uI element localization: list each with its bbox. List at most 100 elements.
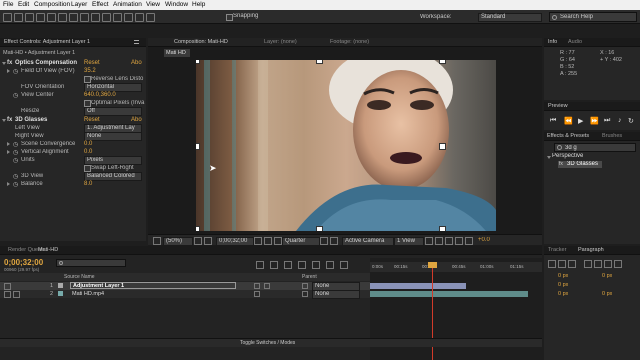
views-dropdown[interactable]: 1 View [394,237,424,246]
balance-value[interactable]: 8.0 [84,181,92,187]
3d-glasses-effect-item[interactable]: fx 3D Glasses [558,161,602,168]
justify-all-icon[interactable] [614,260,622,268]
stopwatch-icon[interactable]: ◷ [13,92,18,99]
mati-hd-timeline-tab[interactable]: Mati-HD [38,247,58,253]
workspace-dropdown[interactable]: Standard [478,13,542,22]
stopwatch-icon[interactable]: ◷ [13,141,18,148]
transform-handle[interactable] [439,226,446,231]
hide-shy-layers-icon[interactable] [284,261,292,269]
layer-1-duration-bar[interactable] [370,283,466,289]
comp-mini-flowchart-icon[interactable] [256,261,264,269]
pickwhip-icon[interactable] [302,291,308,297]
reverse-lens-checkbox[interactable] [84,76,91,83]
paragraph-tab[interactable]: Paragraph [578,247,604,253]
align-right-icon[interactable] [568,260,576,268]
next-frame-icon[interactable]: ⏩ [590,117,599,125]
transform-handle[interactable] [196,226,200,231]
zoom-dropdown[interactable]: (50%) [163,237,193,246]
stopwatch-icon[interactable]: ◷ [13,157,18,164]
indent-first-value[interactable]: 0 px [558,282,568,288]
zoom-tool-icon[interactable] [25,13,34,22]
space-before-value[interactable]: 0 px [558,291,568,297]
mask-tool-icon[interactable] [69,13,78,22]
indent-left-value[interactable]: 0 px [558,273,568,279]
effects-presets-tab[interactable]: Effects & Presets [547,133,589,139]
swap-checkbox[interactable] [84,165,91,172]
draft-3d-icon[interactable] [270,261,278,269]
switch-icon[interactable] [254,291,260,297]
composition-tab[interactable]: Composition: Mati-HD [174,39,228,45]
toggle-switches-modes-button[interactable]: Toggle Switches / Modes [240,340,295,346]
type-tool-icon[interactable] [91,13,100,22]
hand-tool-icon[interactable] [14,13,23,22]
motion-blur-icon[interactable] [312,261,320,269]
menu-animation[interactable]: Animation [113,1,142,8]
justify-left-icon[interactable] [584,260,592,268]
region-of-interest-icon[interactable] [320,237,328,245]
perspective-expand-triangle[interactable] [547,156,551,159]
clone-stamp-tool-icon[interactable] [113,13,122,22]
play-icon[interactable]: ▶ [578,117,583,125]
comp-subtab[interactable]: Mati HD [164,49,190,57]
stopwatch-icon[interactable]: ◷ [13,149,18,156]
layer-tab[interactable]: Layer: (none) [264,39,297,45]
info-tab[interactable]: Info [548,39,557,45]
optimal-pixels-checkbox[interactable] [84,100,91,107]
scene-convergence-value[interactable]: 0.0 [84,141,92,147]
vertical-alignment-triangle[interactable] [7,150,10,154]
stopwatch-icon[interactable]: ◷ [13,181,18,188]
flowchart-icon[interactable] [455,237,463,245]
menu-composition[interactable]: Composition [34,1,70,8]
brushes-tab[interactable]: Brushes [602,133,622,139]
safe-zones-icon[interactable] [204,237,212,245]
channel-icon[interactable] [274,237,282,245]
roto-brush-tool-icon[interactable] [135,13,144,22]
comp-timecode[interactable]: 0;00;32;00 [216,237,254,246]
optics-expand-triangle[interactable] [2,62,6,65]
timeline-icon[interactable] [445,237,453,245]
switch-icon[interactable] [254,283,260,289]
menu-effect[interactable]: Effect [92,1,109,8]
tracker-tab[interactable]: Tracker [548,247,566,253]
optics-reset-link[interactable]: Reset [84,60,100,66]
timeline-timecode[interactable]: 0;00;32;00 [4,258,43,267]
footage-tab[interactable]: Footage: (none) [330,39,369,45]
camera-dropdown[interactable]: Active Camera [342,237,394,246]
snapshot-icon[interactable] [254,237,262,245]
transform-handle[interactable] [316,60,323,64]
playhead-handle[interactable] [428,262,437,268]
menu-window[interactable]: Window [165,1,188,8]
preview-tab[interactable]: Preview [548,103,568,109]
puppet-pin-tool-icon[interactable] [146,13,155,22]
camera-tool-icon[interactable] [47,13,56,22]
fov-value[interactable]: 35.2 [84,68,96,74]
loop-icon[interactable]: ↻ [628,117,634,125]
graph-editor-icon[interactable] [326,261,334,269]
pickwhip-icon[interactable] [302,283,308,289]
pan-behind-tool-icon[interactable] [58,13,67,22]
menu-layer[interactable]: Layer [71,1,87,8]
parent-dropdown[interactable]: None [312,290,360,299]
composition-viewer-image[interactable]: ➤ [196,60,496,231]
justify-center-icon[interactable] [594,260,602,268]
effect-controls-tab[interactable]: Effect Controls: Adjustment Layer 1 [4,39,124,45]
glasses-expand-triangle[interactable] [2,119,6,122]
eye-icon[interactable] [4,291,11,298]
audio-icon[interactable] [13,291,20,298]
transform-handle[interactable] [439,143,446,150]
fx-switch-icon[interactable] [264,283,270,289]
exposure-value[interactable]: +0.0 [478,237,490,243]
layer-name-field[interactable]: Adjustment Layer 1 [70,282,236,289]
stopwatch-icon[interactable]: ◷ [13,173,18,180]
layer-2-duration-bar[interactable] [370,291,528,297]
transparency-grid-icon[interactable] [330,237,338,245]
space-after-value[interactable]: 0 px [602,291,612,297]
glasses-about-link[interactable]: Abo [131,117,142,123]
always-preview-icon[interactable] [153,237,161,245]
eraser-tool-icon[interactable] [124,13,133,22]
show-snapshot-icon[interactable] [264,237,272,245]
layer-row-1[interactable]: 1 Adjustment Layer 1 None [0,282,370,291]
menu-help[interactable]: Help [192,1,205,8]
transform-handle[interactable] [196,143,200,150]
previous-frame-icon[interactable]: ⏪ [564,117,573,125]
